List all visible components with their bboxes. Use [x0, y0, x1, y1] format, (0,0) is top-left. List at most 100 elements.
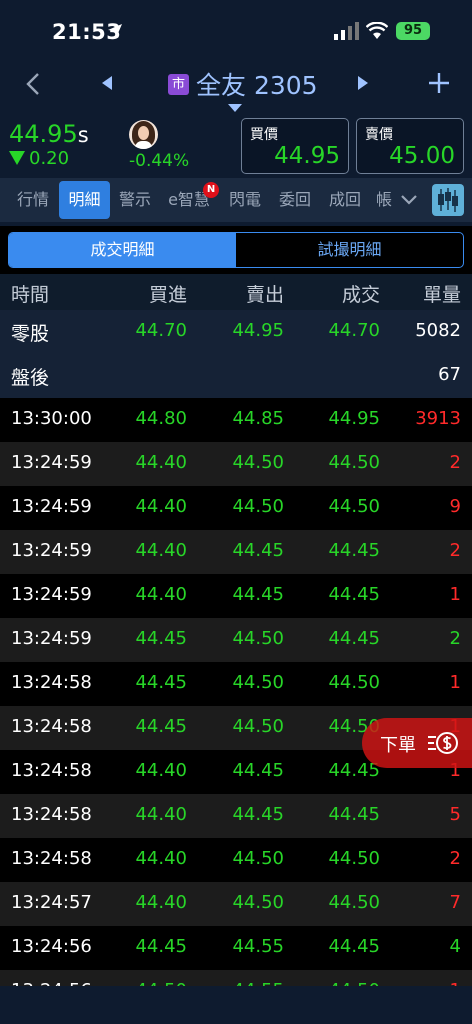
- tab-order-report[interactable]: 委回: [272, 181, 318, 219]
- row-time: 13:24:58: [11, 760, 92, 781]
- row-deal: 44.50: [328, 892, 380, 913]
- row-time: 13:24:59: [11, 584, 92, 605]
- stock-name[interactable]: 全友 2305: [196, 66, 318, 102]
- row-volume: 3913: [415, 408, 461, 429]
- table-row[interactable]: 13:24:58 44.40 44.50 44.50 2: [0, 838, 472, 882]
- tab-deal-report[interactable]: 成回: [322, 181, 368, 219]
- order-button-label: 下單: [380, 735, 416, 756]
- tab-account[interactable]: 帳: [374, 181, 394, 219]
- row-ask: 44.50: [232, 496, 284, 517]
- row-bid: 44.40: [135, 584, 187, 605]
- row-bid: 44.45: [135, 628, 187, 649]
- row-bid: 44.40: [135, 760, 187, 781]
- row-volume: 7: [449, 892, 461, 913]
- table-row[interactable]: 13:24:58 44.40 44.45 44.45 5: [0, 794, 472, 838]
- battery-level: 95: [403, 23, 423, 38]
- table-row[interactable]: 13:24:59 44.45 44.50 44.45 2: [0, 618, 472, 662]
- header-deal: 成交: [341, 284, 380, 306]
- row-deal: 44.50: [328, 672, 380, 693]
- table-row[interactable]: 13:24:58 44.45 44.50 44.50 1: [0, 662, 472, 706]
- header-ask: 賣出: [245, 284, 284, 306]
- last-price: 44.95s: [9, 120, 89, 148]
- prev-stock-icon[interactable]: [100, 74, 114, 92]
- row-ask: 44.50: [232, 716, 284, 737]
- table-row[interactable]: 13:24:59 44.40 44.45 44.45 2: [0, 530, 472, 574]
- odd-lot-row[interactable]: 零股 44.70 44.95 44.70 5082: [0, 310, 472, 354]
- market-badge: 市: [168, 74, 189, 95]
- row-volume: 5: [449, 804, 461, 825]
- function-tabs: 行情 明細 警示 e智慧 N 閃電 委回 成回 帳: [0, 178, 472, 222]
- row-time: 13:24:58: [11, 848, 92, 869]
- segment-trade-detail[interactable]: 成交明細: [9, 233, 236, 267]
- battery-icon: 95: [396, 22, 430, 40]
- stock-nav-bar: 市 全友 2305: [0, 60, 472, 108]
- row-time: 13:24:59: [11, 628, 92, 649]
- tab-flash[interactable]: 閃電: [222, 181, 268, 219]
- row-deal: 44.95: [328, 408, 380, 429]
- status-bar: 21:53 95: [0, 0, 472, 62]
- odd-lot-bid: 44.70: [135, 320, 187, 341]
- header-volume: 單量: [422, 284, 461, 306]
- analyst-avatar[interactable]: [129, 120, 158, 149]
- next-stock-icon[interactable]: [356, 74, 370, 92]
- table-row[interactable]: 13:24:56 44.45 44.55 44.45 4: [0, 926, 472, 970]
- tab-detail[interactable]: 明細: [59, 181, 110, 219]
- odd-lot-ask: 44.95: [232, 320, 284, 341]
- tab-alert[interactable]: 警示: [111, 181, 159, 219]
- row-bid: 44.40: [135, 804, 187, 825]
- price-change-value: 0.20: [29, 148, 70, 169]
- row-time: 13:24:56: [11, 936, 92, 957]
- bid-price-box[interactable]: 買價 44.95: [241, 118, 349, 174]
- row-ask: 44.45: [232, 540, 284, 561]
- order-button[interactable]: 下單: [362, 718, 472, 768]
- price-change: 0.20: [9, 148, 69, 169]
- row-time: 13:24:58: [11, 716, 92, 737]
- add-icon[interactable]: [424, 68, 454, 98]
- last-price-value: 44.95: [9, 120, 78, 148]
- row-time: 13:24:57: [11, 892, 92, 913]
- row-ask: 44.50: [232, 672, 284, 693]
- stock-dropdown-caret-icon[interactable]: [228, 104, 242, 112]
- table-row[interactable]: 13:24:59 44.40 44.50 44.50 9: [0, 486, 472, 530]
- new-badge: N: [203, 182, 219, 198]
- quote-summary: 44.95s 0.20 -0.44% 買價 44.95 賣價 45.00: [0, 114, 472, 176]
- row-volume: 1: [449, 584, 461, 605]
- ask-label: 賣價: [365, 127, 393, 143]
- after-hours-row[interactable]: 盤後 67: [0, 354, 472, 398]
- row-deal: 44.45: [328, 628, 380, 649]
- location-arrow-icon: [108, 24, 122, 38]
- row-bid: 44.45: [135, 716, 187, 737]
- row-time: 13:24:59: [11, 496, 92, 517]
- candlestick-icon[interactable]: [432, 184, 464, 216]
- row-ask: 44.50: [232, 452, 284, 473]
- segment-trial-match-detail[interactable]: 試撮明細: [236, 233, 463, 267]
- table-row[interactable]: 13:24:57 44.40 44.50 44.50 7: [0, 882, 472, 926]
- row-volume: 9: [449, 496, 461, 517]
- row-volume: 2: [449, 540, 461, 561]
- down-triangle-icon: [9, 151, 25, 165]
- row-bid: 44.40: [135, 540, 187, 561]
- row-ask: 44.50: [232, 628, 284, 649]
- row-deal: 44.45: [328, 936, 380, 957]
- back-chevron-icon[interactable]: [22, 70, 44, 98]
- odd-lot-volume: 5082: [415, 320, 461, 341]
- row-ask: 44.55: [232, 936, 284, 957]
- row-time: 13:24:59: [11, 540, 92, 561]
- row-volume: 2: [449, 848, 461, 869]
- cell-signal-icon: [334, 22, 359, 40]
- header-bid: 買進: [148, 284, 187, 306]
- row-bid: 44.40: [135, 496, 187, 517]
- header-time: 時間: [11, 284, 50, 306]
- table-row[interactable]: 13:24:59 44.40 44.45 44.45 1: [0, 574, 472, 618]
- table-row[interactable]: 13:24:59 44.40 44.50 44.50 2: [0, 442, 472, 486]
- row-volume: 4: [449, 936, 461, 957]
- ask-price-box[interactable]: 賣價 45.00: [356, 118, 464, 174]
- table-row[interactable]: 13:30:00 44.80 44.85 44.95 3913: [0, 398, 472, 442]
- row-deal: 44.45: [328, 584, 380, 605]
- row-bid: 44.45: [135, 672, 187, 693]
- more-chevron-icon[interactable]: [400, 193, 418, 207]
- price-suffix: s: [77, 123, 89, 147]
- tab-quote[interactable]: 行情: [8, 181, 58, 219]
- bottom-bar: [0, 986, 472, 1024]
- detail-segment-control: 成交明細 試撮明細: [8, 232, 464, 268]
